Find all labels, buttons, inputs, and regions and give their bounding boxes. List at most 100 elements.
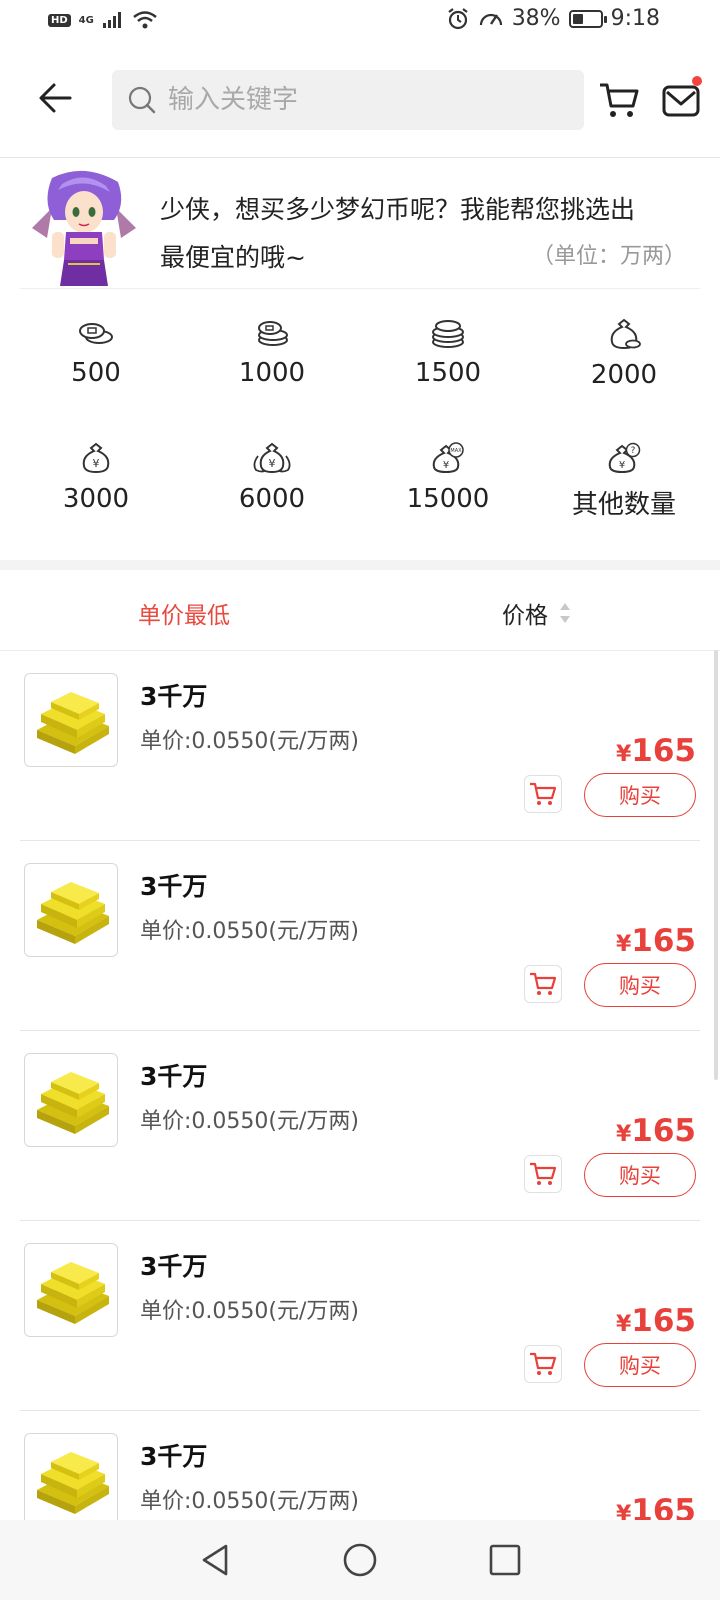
system-nav-bar [0,1520,720,1600]
wifi-icon [133,11,157,29]
add-to-cart-button[interactable] [524,775,562,813]
sort-arrows-icon [560,603,570,623]
nav-back-icon[interactable] [198,1542,232,1578]
signal-icon [102,12,121,28]
amount-label: 1500 [414,358,482,388]
price-value: 165 [631,733,696,769]
product-unit-price: 单价:0.0550(元/万两) [140,919,359,944]
product-item[interactable]: 3千万 单价:0.0550(元/万两) ¥165 购买 [0,841,700,1031]
price-value: 165 [631,923,696,959]
amount-label: 6000 [238,484,306,514]
product-title: 3千万 [140,1062,208,1091]
currency-symbol: ¥ [615,742,632,767]
svg-text:?: ? [631,446,636,456]
cart-icon [530,782,557,805]
cart-icon [530,1162,557,1185]
unit-note: （单位：万两） [531,244,686,269]
amount-label: 15000 [406,484,490,514]
mail-icon [662,85,700,117]
money-bag-icon [610,318,641,350]
battery-icon [568,9,607,28]
cart-icon [530,972,557,995]
network-label: 4G [78,14,94,26]
amount-option-500[interactable]: 500 [8,318,184,428]
product-unit-price: 单价:0.0550(元/万两) [140,729,359,754]
product-price: ¥165 [616,1113,696,1149]
coins-small-icon [79,323,113,344]
intro-line-1: 少侠，想买多少梦幻币呢？我能帮您挑选出 [160,195,636,224]
amount-option-1500[interactable]: 1500 [360,318,536,428]
money-bag-yen-icon: ¥ [82,442,110,474]
search-input[interactable] [166,84,570,116]
gold-bar-thumbnail [24,1243,118,1337]
alarm-icon [448,7,468,29]
buy-button[interactable]: 购买 [584,1153,696,1197]
product-unit-price: 单价:0.0550(元/万两) [140,1489,359,1514]
amount-option-3000[interactable]: ¥ 3000 [8,442,184,552]
buy-button[interactable]: 购买 [584,963,696,1007]
gold-bar-icon [37,1072,109,1134]
header-divider [0,157,720,158]
gold-bar-icon [37,1452,109,1514]
cart-icon [600,83,639,117]
gold-bar-thumbnail [24,1053,118,1147]
search-icon [128,86,156,114]
currency-symbol: ¥ [615,932,632,957]
status-left: HD 4G [48,10,158,30]
speed-icon [479,13,502,25]
amount-option-15000[interactable]: ¥ MAX 15000 [360,442,536,552]
product-unit-price: 单价:0.0550(元/万两) [140,1109,359,1134]
amount-option-other[interactable]: ¥ ? 其他数量 [536,442,712,552]
product-price: ¥165 [616,1303,696,1339]
price-value: 165 [631,1303,696,1339]
mail-button[interactable] [660,76,704,120]
product-item[interactable]: 3千万 单价:0.0550(元/万两) ¥165 购买 [0,1031,700,1221]
money-bags-yen-icon: ¥ [253,442,291,474]
notification-dot [692,76,702,86]
svg-text:¥: ¥ [443,460,449,471]
product-item[interactable]: 3千万 单价:0.0550(元/万两) ¥165 购买 [0,651,700,841]
sort-price[interactable]: 价格 [502,596,572,630]
scrollbar[interactable] [714,650,718,1080]
gold-bar-icon [37,882,109,944]
hd-badge: HD [48,13,71,27]
amount-label: 500 [71,358,121,388]
gold-bar-icon [37,692,109,754]
sort-price-label: 价格 [502,603,548,629]
sort-lowest-unit-price[interactable]: 单价最低 [138,596,230,630]
coins-tall-stack-icon [432,320,464,348]
product-unit-price: 单价:0.0550(元/万两) [140,1299,359,1324]
gold-bar-icon [37,1262,109,1324]
product-title: 3千万 [140,1442,208,1471]
price-value: 165 [631,1113,696,1149]
nav-recents-icon[interactable] [488,1543,522,1577]
product-title: 3千万 [140,682,208,711]
amount-label: 1000 [238,358,306,388]
amount-option-1000[interactable]: 1000 [184,318,360,428]
intro-divider [20,288,700,289]
product-title: 3千万 [140,872,208,901]
buy-button[interactable]: 购买 [584,1343,696,1387]
nav-home-icon[interactable] [342,1542,378,1578]
product-title: 3千万 [140,1252,208,1281]
coins-stack-icon [258,321,288,346]
cart-button[interactable] [598,80,640,120]
svg-text:¥: ¥ [269,457,276,470]
currency-symbol: ¥ [615,1122,632,1147]
product-item[interactable]: 3千万 单价:0.0550(元/万两) ¥165 购买 [0,1221,700,1411]
amount-option-6000[interactable]: ¥ 6000 [184,442,360,552]
svg-text:MAX: MAX [450,448,462,454]
arrow-left-icon [39,83,72,113]
back-button[interactable] [36,78,76,118]
search-bar[interactable] [112,70,584,130]
buy-button[interactable]: 购买 [584,773,696,817]
svg-text:¥: ¥ [93,457,100,470]
mascot-avatar [22,168,146,288]
battery-percent: 38% [511,6,561,31]
amount-option-2000[interactable]: 2000 [536,318,712,428]
cart-icon [530,1352,557,1375]
add-to-cart-button[interactable] [524,1345,562,1383]
add-to-cart-button[interactable] [524,965,562,1003]
product-price: ¥165 [616,923,696,959]
add-to-cart-button[interactable] [524,1155,562,1193]
